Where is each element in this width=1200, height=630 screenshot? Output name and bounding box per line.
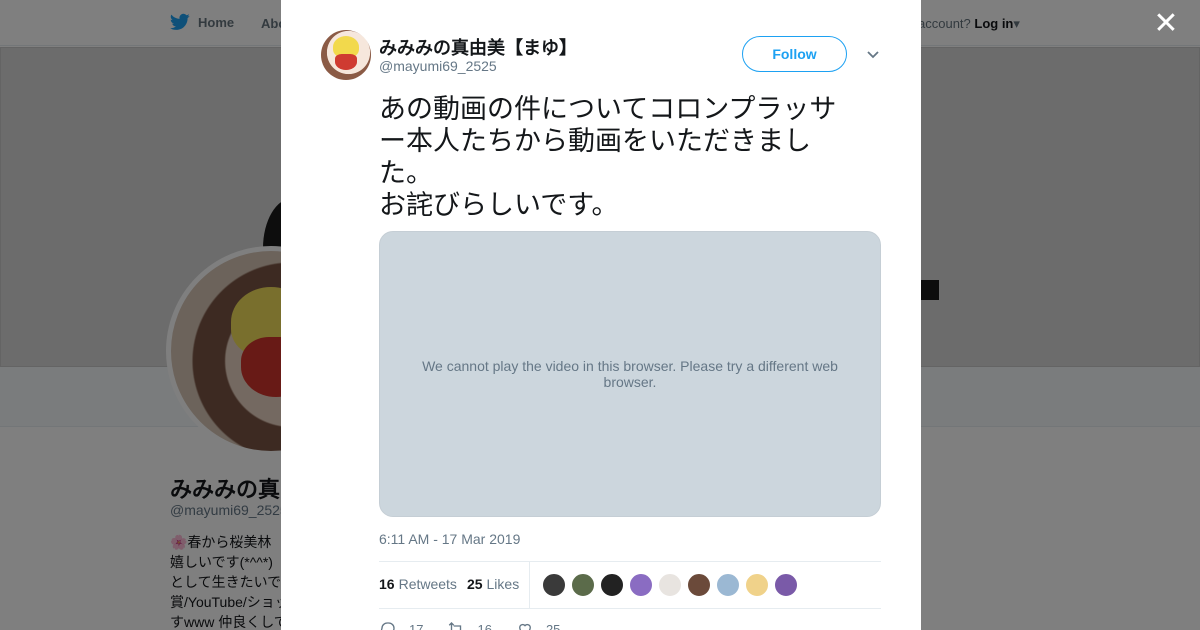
reply-count: 17 [409,621,424,630]
author-handle[interactable]: @mayumi69_2525 [379,58,497,74]
close-icon[interactable]: ✕ [1152,9,1180,39]
liker-avatar[interactable] [745,573,769,597]
retweet-button[interactable]: 16 [447,620,492,630]
heart-icon [519,623,531,630]
divider [379,608,881,609]
liker-avatar[interactable] [571,573,595,597]
video-unsupported-message: We cannot play the video in this browser… [422,358,838,390]
retweet-icon [449,622,462,630]
video-player[interactable]: We cannot play the video in this browser… [379,231,881,517]
liker-avatar[interactable] [658,573,682,597]
liker-avatar[interactable] [716,573,740,597]
liker-avatars [542,573,798,597]
like-button[interactable]: 25 [516,620,560,630]
like-count: 25 [545,621,561,630]
chevron-down-icon[interactable] [865,46,881,62]
tweet-timestamp[interactable]: 6:11 AM - 17 Mar 2019 [379,531,520,547]
tweet-modal: みみみの真由美【まゆ】 @mayumi69_2525 Follow あの動画の件… [281,0,921,630]
follow-button[interactable]: Follow [742,36,847,72]
liker-avatar[interactable] [600,573,624,597]
tweet-stats: 16 Retweets 25 Likes [379,576,519,592]
author-name[interactable]: みみみの真由美【まゆ】 [379,34,577,60]
liker-avatar[interactable] [774,573,798,597]
likes-stat[interactable]: 25 Likes [467,576,519,592]
divider [529,562,530,608]
reply-button[interactable]: 17 [379,620,423,630]
avatar-sticker [335,54,357,70]
retweets-stat[interactable]: 16 Retweets [379,576,457,592]
retweet-count: 16 [477,621,492,630]
likes-count: 25 [466,576,483,592]
retweets-count: 16 [379,576,395,592]
liker-avatar[interactable] [629,573,653,597]
author-avatar[interactable] [321,30,371,80]
tweet-text: あの動画の件についてコロンプラッサー本人たちから動画をいただきました。 お詫びら… [379,94,837,220]
tweet-actions: 17 16 25 [379,620,560,630]
liker-avatar[interactable] [687,573,711,597]
liker-avatar[interactable] [542,573,566,597]
likes-label: Likes [486,576,520,592]
reply-icon [380,622,395,630]
retweets-label: Retweets [398,576,457,592]
divider [379,561,881,562]
